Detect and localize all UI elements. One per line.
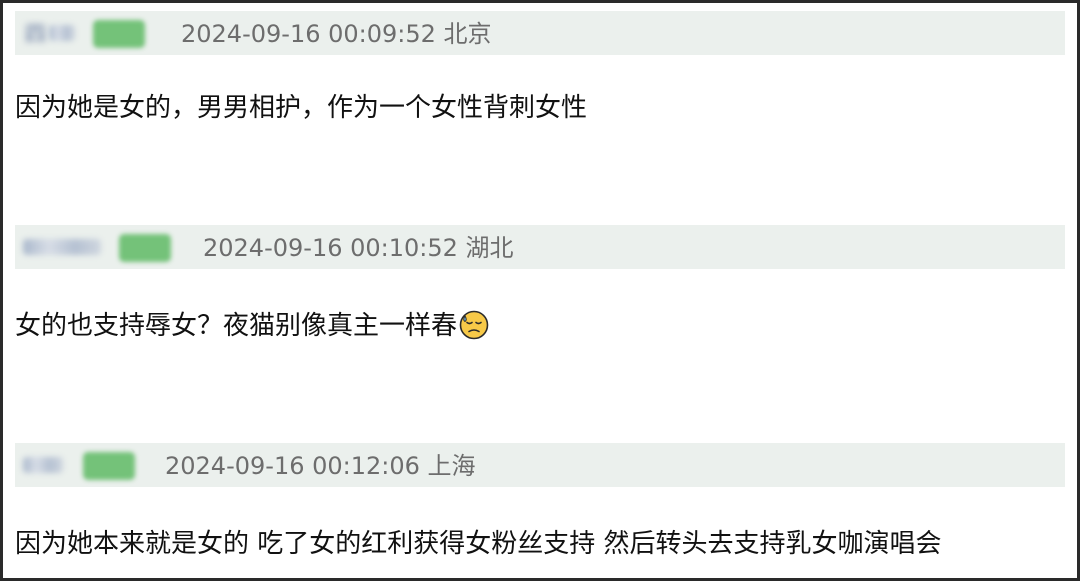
comment-header: 2024-09-16 00:10:52 湖北 bbox=[15, 225, 1065, 269]
username-blur bbox=[23, 457, 63, 473]
level-badge bbox=[119, 234, 171, 262]
comment-meta: 2024-09-16 00:09:52 北京 bbox=[181, 20, 492, 48]
comment-text-body: 女的也支持辱女？夜猫别像真主一样春 bbox=[15, 311, 458, 341]
comment-header: 四 2024-09-16 00:09:52 北京 bbox=[15, 11, 1065, 55]
username-blur bbox=[23, 239, 101, 255]
comment-meta: 2024-09-16 00:10:52 湖北 bbox=[203, 234, 514, 262]
comment-text: 因为她本来就是女的 吃了女的红利获得女粉丝支持 然后转头去支持乳女咖演唱会 bbox=[15, 529, 942, 559]
comment-meta: 2024-09-16 00:12:06 上海 bbox=[165, 452, 476, 480]
comment-header: 2024-09-16 00:12:06 上海 bbox=[15, 443, 1065, 487]
comment-text: 女的也支持辱女？夜猫别像真主一样春 bbox=[15, 309, 489, 349]
username-blur bbox=[49, 25, 75, 41]
level-badge bbox=[93, 20, 145, 48]
downcast-face-with-sweat-icon bbox=[459, 310, 489, 349]
level-badge bbox=[83, 452, 135, 480]
comment-text: 因为她是女的，男男相护，作为一个女性背刺女性 bbox=[15, 93, 588, 123]
comment-list: 四 2024-09-16 00:09:52 北京 因为她是女的，男男相护，作为一… bbox=[0, 0, 1080, 581]
username[interactable]: 四 bbox=[25, 21, 46, 47]
